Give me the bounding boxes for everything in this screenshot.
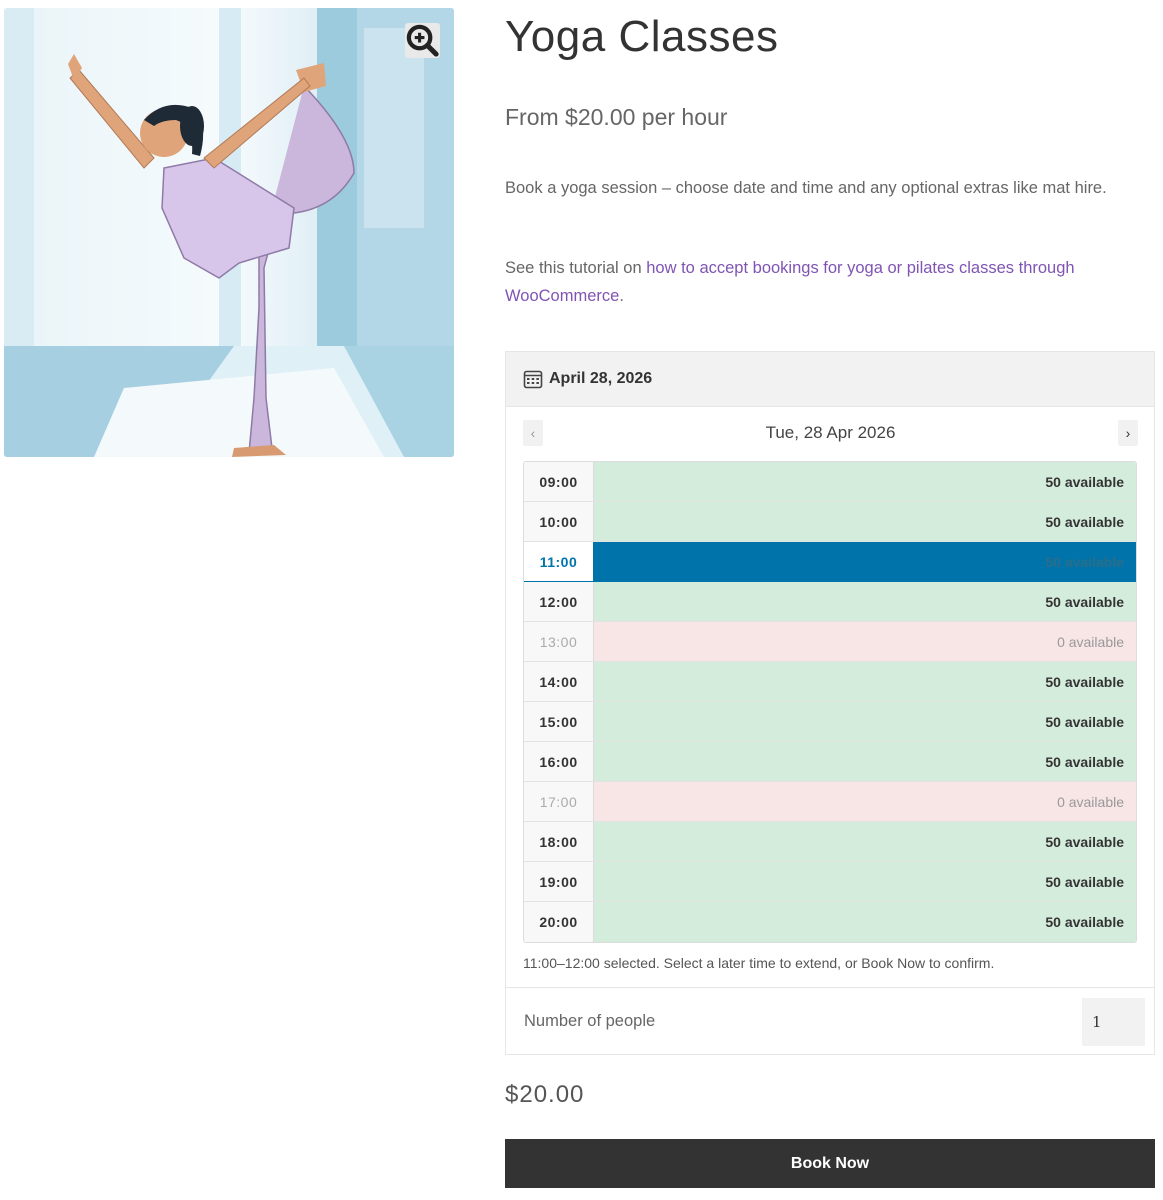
slot-availability: 50 available — [594, 542, 1136, 581]
people-label: Number of people — [524, 1012, 656, 1030]
tutorial-suffix: . — [619, 287, 624, 305]
slot-availability: 0 available — [594, 782, 1136, 821]
time-slot[interactable]: 09:00 50 available — [524, 462, 1136, 502]
time-slot[interactable]: 15:00 50 available — [524, 702, 1136, 742]
book-now-button[interactable]: Book Now — [505, 1139, 1155, 1188]
product-title: Yoga Classes — [505, 12, 779, 61]
people-input[interactable] — [1082, 998, 1145, 1046]
slot-time: 15:00 — [524, 702, 594, 741]
slot-availability: 50 available — [594, 502, 1136, 541]
tutorial-text: See this tutorial on how to accept booki… — [505, 254, 1155, 310]
slot-time: 11:00 — [524, 542, 594, 581]
zoom-button[interactable] — [405, 23, 440, 58]
time-slot[interactable]: 20:00 50 available — [524, 902, 1136, 942]
slot-availability: 50 available — [594, 662, 1136, 701]
time-slot-list: 09:00 50 available 10:00 50 available 11:00 5… — [523, 461, 1137, 943]
slot-time: 12:00 — [524, 582, 594, 621]
slot-time: 13:00 — [524, 622, 594, 661]
slot-time: 19:00 — [524, 862, 594, 901]
time-slot[interactable]: 16:00 50 available — [524, 742, 1136, 782]
slot-availability: 50 available — [594, 702, 1136, 741]
day-navigation: ‹ Tue, 28 Apr 2026 › — [523, 420, 1138, 448]
people-field-row: Number of people — [506, 987, 1154, 1054]
selected-date: April 28, 2026 — [549, 370, 653, 387]
slot-time: 16:00 — [524, 742, 594, 781]
time-slot[interactable]: 14:00 50 available — [524, 662, 1136, 702]
product-description: Book a yoga session – choose date and ti… — [505, 179, 1107, 197]
slot-time: 18:00 — [524, 822, 594, 861]
next-day-button[interactable]: › — [1118, 420, 1138, 446]
time-slot[interactable]: 10:00 50 available — [524, 502, 1136, 542]
time-slot[interactable]: 11:00 50 available — [524, 542, 1136, 582]
product-image[interactable] — [4, 8, 454, 457]
slot-availability: 50 available — [594, 822, 1136, 861]
time-slot: 13:00 0 available — [524, 622, 1136, 662]
tutorial-prefix: See this tutorial on — [505, 259, 647, 277]
slot-time: 09:00 — [524, 462, 594, 501]
time-slot[interactable]: 18:00 50 available — [524, 822, 1136, 862]
slot-time: 10:00 — [524, 502, 594, 541]
slot-time: 20:00 — [524, 902, 594, 942]
calendar-icon — [523, 370, 543, 389]
slot-availability: 50 available — [594, 582, 1136, 621]
time-slot[interactable]: 12:00 50 available — [524, 582, 1136, 622]
selection-message: 11:00–12:00 selected. Select a later tim… — [523, 955, 995, 971]
slot-availability: 50 available — [594, 462, 1136, 501]
total-price: $20.00 — [505, 1081, 585, 1108]
booking-date-header[interactable]: April 28, 2026 — [506, 352, 1154, 407]
slot-time: 14:00 — [524, 662, 594, 701]
slot-availability: 0 available — [594, 622, 1136, 661]
day-label: Tue, 28 Apr 2026 — [765, 423, 896, 442]
yoga-pose-illustration — [4, 8, 454, 457]
magnifier-plus-icon — [406, 24, 439, 57]
slot-time: 17:00 — [524, 782, 594, 821]
booking-form: April 28, 2026 ‹ Tue, 28 Apr 2026 › 09:0… — [505, 351, 1155, 1055]
price-from: From $20.00 per hour — [505, 104, 728, 130]
slot-availability: 50 available — [594, 902, 1136, 942]
time-slot[interactable]: 19:00 50 available — [524, 862, 1136, 902]
time-slot: 17:00 0 available — [524, 782, 1136, 822]
slot-availability: 50 available — [594, 742, 1136, 781]
slot-availability: 50 available — [594, 862, 1136, 901]
